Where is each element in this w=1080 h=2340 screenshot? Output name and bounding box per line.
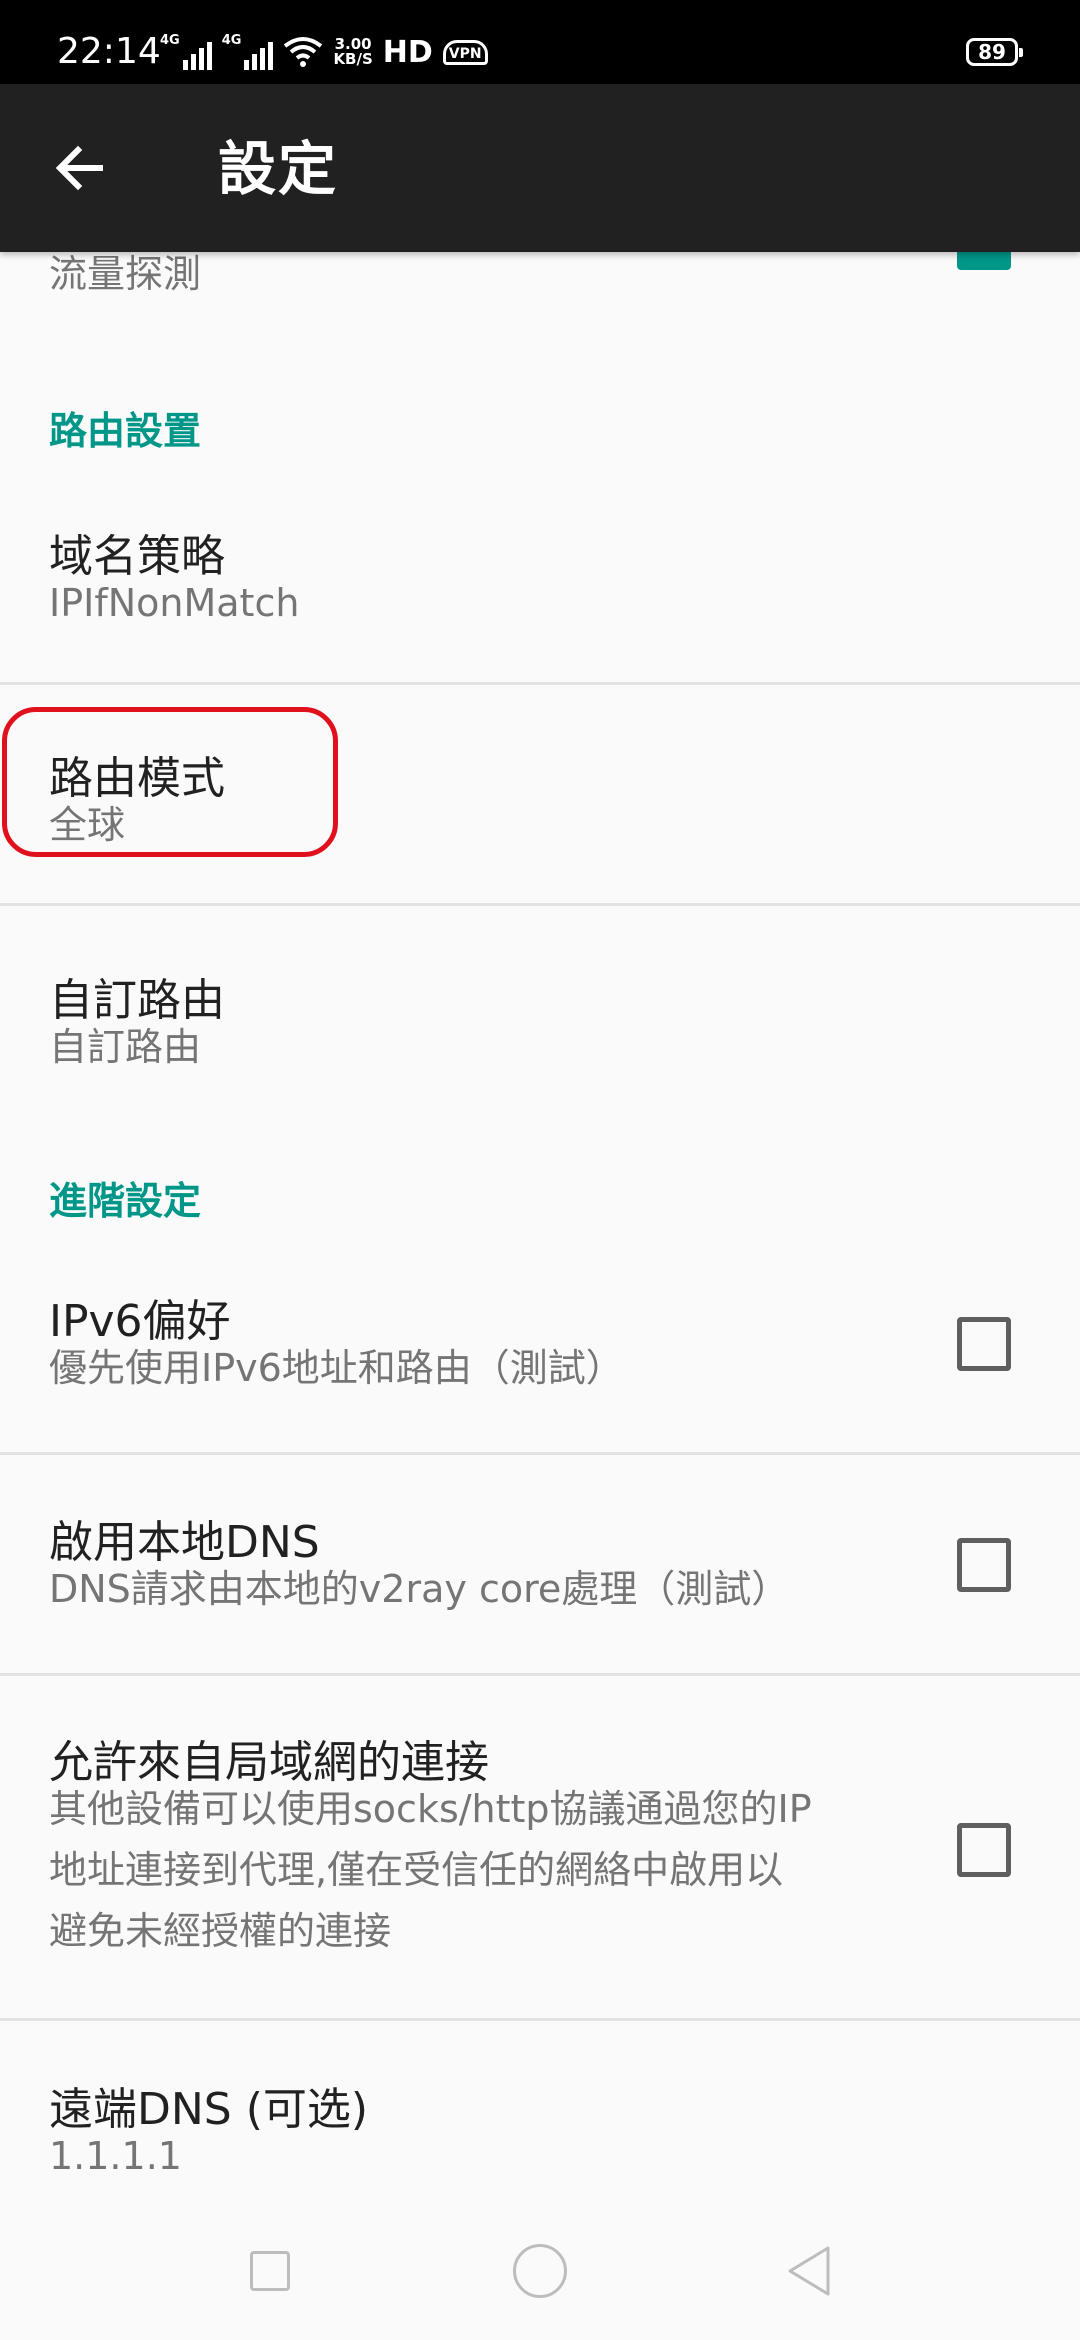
- highlight-marker: [2, 707, 338, 857]
- back-icon[interactable]: [784, 2244, 832, 2298]
- list-item-remote-dns[interactable]: 遠端DNS (可选) 1.1.1.1: [0, 2073, 1080, 2178]
- network-speed: 3.00 KB/S: [333, 35, 373, 68]
- list-item-custom-routing[interactable]: 自訂路由 自訂路由: [0, 964, 1080, 1124]
- list-item-sniffing[interactable]: 流量探測: [0, 252, 1080, 332]
- list-item-ipv6-preference[interactable]: IPv6偏好 優先使用IPv6地址和路由（測試）: [0, 1285, 1080, 1445]
- network-type-1: 4G: [160, 33, 180, 48]
- category-advanced: 進階設定: [49, 1179, 202, 1223]
- signal-icon: 4G: [160, 34, 212, 70]
- item-summary-line: 避免未經授權的連接: [49, 1909, 392, 1953]
- item-summary: DNS請求由本地的v2ray core處理（測試）: [49, 1567, 790, 1611]
- divider: [0, 682, 1080, 685]
- back-button[interactable]: [44, 132, 116, 204]
- divider: [0, 2018, 1080, 2021]
- app-bar: 設定: [0, 84, 1080, 252]
- list-item-domain-strategy[interactable]: 域名策略 IPIfNonMatch: [0, 520, 1080, 705]
- list-item-local-dns[interactable]: 啟用本地DNS DNS請求由本地的v2ray core處理（測試）: [0, 1506, 1080, 1666]
- local-dns-checkbox[interactable]: [957, 1538, 1011, 1592]
- wifi-icon: [284, 37, 323, 67]
- item-summary: IPIfNonMatch: [49, 581, 300, 625]
- network-type-2: 4G: [221, 33, 242, 48]
- arrow-back-icon: [55, 145, 103, 191]
- status-icons: 4G 4G 3.00 KB/S HD VPN: [160, 28, 488, 76]
- divider: [0, 1673, 1080, 1676]
- ipv6-checkbox[interactable]: [957, 1317, 1011, 1371]
- item-summary: 優先使用IPv6地址和路由（測試）: [49, 1346, 624, 1390]
- sniffing-summary: 流量探測: [49, 252, 202, 296]
- home-icon[interactable]: [513, 2244, 567, 2298]
- list-item-allow-lan[interactable]: 允許來自局域網的連接 其他設備可以使用socks/http協議通過您的IP 地址…: [0, 1726, 1080, 1976]
- divider: [0, 1452, 1080, 1455]
- allow-lan-checkbox[interactable]: [957, 1823, 1011, 1877]
- category-routing: 路由設置: [49, 409, 202, 453]
- battery-icon: 89: [966, 38, 1023, 66]
- navigation-bar: [0, 2172, 1080, 2340]
- status-bar: 22:14 4G 4G 3.00 KB/S HD VPN 89: [0, 0, 1080, 84]
- recents-icon[interactable]: [250, 2251, 290, 2291]
- signal-icon-2: 4G: [222, 34, 274, 70]
- item-summary-line: 地址連接到代理,僅在受信任的網絡中啟用以: [49, 1848, 784, 1892]
- hd-indicator: HD: [382, 34, 433, 70]
- divider: [0, 903, 1080, 906]
- page-title: 設定: [218, 135, 339, 203]
- item-summary: 自訂路由: [49, 1025, 202, 1069]
- item-summary-line: 其他設備可以使用socks/http協議通過您的IP: [49, 1787, 812, 1831]
- status-time: 22:14: [57, 31, 161, 72]
- vpn-icon: VPN: [442, 39, 488, 65]
